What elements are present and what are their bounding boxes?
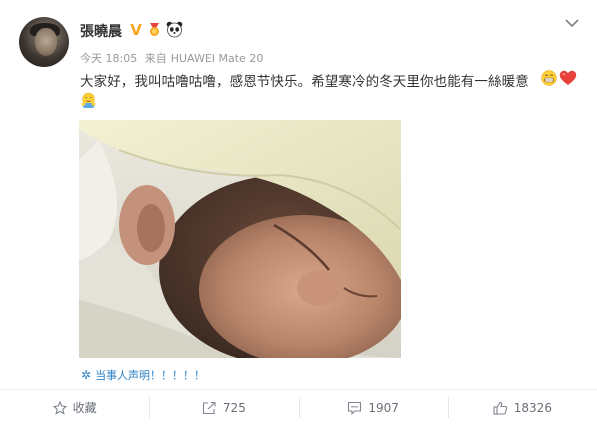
- post-source[interactable]: HUAWEI Mate 20: [171, 52, 264, 65]
- avatar[interactable]: [19, 17, 69, 67]
- panda-icon[interactable]: [166, 21, 183, 38]
- avatar-face: [35, 28, 57, 56]
- source-prefix: 来自: [144, 52, 167, 65]
- sleeping-baby-image: [79, 120, 401, 358]
- statement-link[interactable]: ✲ 当事人声明！！！！！: [81, 367, 205, 383]
- like-count: 18326: [513, 400, 552, 415]
- thumbs-up-icon: [493, 401, 507, 415]
- verified-badge-icon[interactable]: V: [128, 22, 144, 38]
- post-meta: 今天 18:05 来自 HUAWEI Mate 20: [80, 50, 267, 66]
- like-button[interactable]: 18326: [447, 397, 597, 418]
- post-time[interactable]: 今天 18:05: [80, 52, 137, 65]
- snowflake-icon: ✲: [81, 368, 92, 382]
- chevron-down-icon[interactable]: [565, 18, 579, 28]
- grin-emoji: [541, 70, 557, 86]
- repost-count: 725: [222, 400, 246, 415]
- post-photo[interactable]: [79, 120, 401, 358]
- repost-button[interactable]: 725: [149, 397, 298, 418]
- hug-emoji: [81, 92, 96, 108]
- heart-emoji: [559, 70, 577, 85]
- statement-text: 当事人声明！！！！！: [95, 369, 206, 382]
- action-bar: 收藏 725 1907 18326: [0, 390, 597, 425]
- username[interactable]: 張曉晨: [80, 21, 122, 41]
- repost-icon: [202, 401, 216, 414]
- comment-button[interactable]: 1907: [298, 397, 448, 418]
- favorite-button[interactable]: 收藏: [0, 397, 149, 418]
- comment-count: 1907: [368, 400, 399, 415]
- favorite-label: 收藏: [72, 401, 97, 415]
- medal-icon[interactable]: [147, 22, 162, 37]
- post-text: 大家好，我叫咕噜咕噜，感恩节快乐。希望寒冷的冬天里你也能有一絲暖意: [80, 74, 529, 90]
- star-icon: [52, 400, 67, 415]
- comment-icon: [348, 401, 362, 415]
